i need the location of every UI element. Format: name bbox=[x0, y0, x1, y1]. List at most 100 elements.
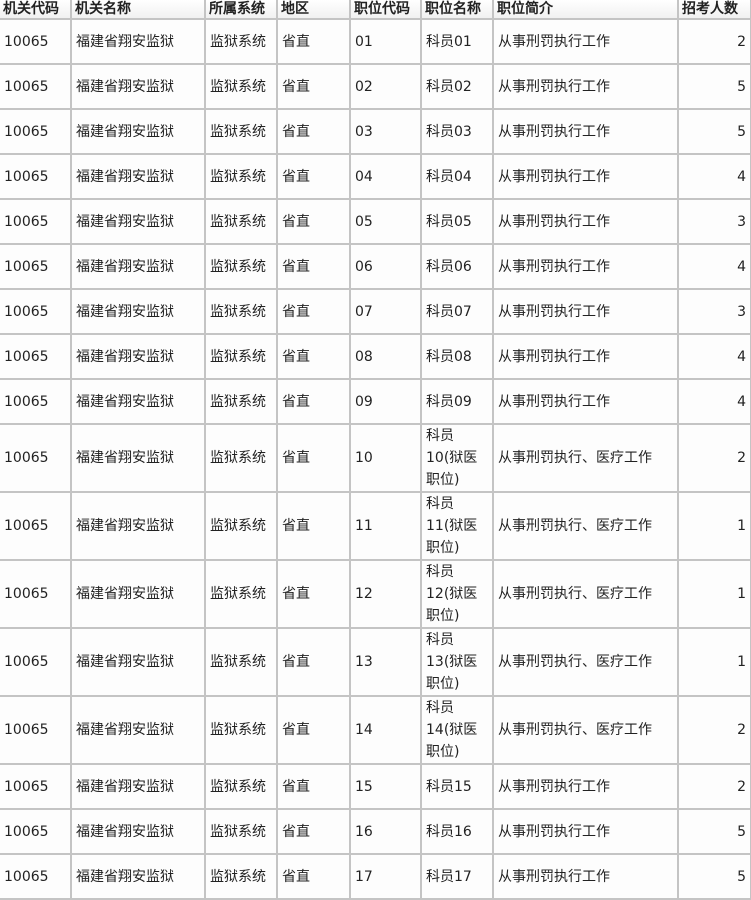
cell-region: 省直 bbox=[276, 108, 351, 155]
cell-description: 从事刑罚执行工作 bbox=[492, 763, 679, 810]
table-row: 10065 福建省翔安监狱 监狱系统 省直 05 科员05 从事刑罚执行工作 3 bbox=[0, 198, 751, 245]
cell-org-code: 10065 bbox=[0, 559, 72, 629]
cell-description: 从事刑罚执行工作 bbox=[492, 288, 679, 335]
cell-description: 从事刑罚执行工作 bbox=[492, 18, 679, 65]
cell-org-code: 10065 bbox=[0, 627, 72, 697]
cell-org-code: 10065 bbox=[0, 63, 72, 110]
cell-org-name: 福建省翔安监狱 bbox=[70, 108, 206, 155]
cell-position-name: 科员15 bbox=[420, 763, 494, 810]
cell-position-name: 科员17 bbox=[420, 853, 494, 900]
cell-position-name: 科员 12(狱医 职位) bbox=[420, 559, 494, 629]
cell-org-name: 福建省翔安监狱 bbox=[70, 695, 206, 765]
cell-org-code: 10065 bbox=[0, 18, 72, 65]
cell-position-name: 科员 13(狱医 职位) bbox=[420, 627, 494, 697]
cell-org-name: 福建省翔安监狱 bbox=[70, 288, 206, 335]
cell-position-code: 17 bbox=[349, 853, 422, 900]
table-row: 10065 福建省翔安监狱 监狱系统 省直 13 科员 13(狱医 职位) 从事刑罚执行、医疗工… bbox=[0, 627, 751, 697]
cell-region: 省直 bbox=[276, 423, 351, 493]
cell-description: 从事刑罚执行、医疗工作 bbox=[492, 627, 679, 697]
header-system: 所属系统 bbox=[204, 0, 278, 20]
cell-position-name: 科员07 bbox=[420, 288, 494, 335]
cell-position-code: 14 bbox=[349, 695, 422, 765]
table-row: 10065 福建省翔安监狱 监狱系统 省直 09 科员09 从事刑罚执行工作 4 bbox=[0, 378, 751, 425]
cell-position-name: 科员 11(狱医 职位) bbox=[420, 491, 494, 561]
cell-recruit-count: 2 bbox=[677, 423, 751, 493]
cell-system: 监狱系统 bbox=[204, 763, 278, 810]
cell-org-name: 福建省翔安监狱 bbox=[70, 153, 206, 200]
cell-description: 从事刑罚执行工作 bbox=[492, 108, 679, 155]
cell-region: 省直 bbox=[276, 198, 351, 245]
cell-position-code: 08 bbox=[349, 333, 422, 380]
cell-org-code: 10065 bbox=[0, 153, 72, 200]
cell-system: 监狱系统 bbox=[204, 288, 278, 335]
cell-system: 监狱系统 bbox=[204, 695, 278, 765]
cell-description: 从事刑罚执行工作 bbox=[492, 333, 679, 380]
cell-position-name: 科员02 bbox=[420, 63, 494, 110]
header-org-code: 机关代码 bbox=[0, 0, 72, 20]
cell-position-code: 04 bbox=[349, 153, 422, 200]
cell-region: 省直 bbox=[276, 378, 351, 425]
cell-system: 监狱系统 bbox=[204, 63, 278, 110]
cell-description: 从事刑罚执行工作 bbox=[492, 378, 679, 425]
cell-recruit-count: 1 bbox=[677, 559, 751, 629]
cell-system: 监狱系统 bbox=[204, 491, 278, 561]
cell-description: 从事刑罚执行工作 bbox=[492, 243, 679, 290]
table-row: 10065 福建省翔安监狱 监狱系统 省直 11 科员 11(狱医 职位) 从事刑罚执行、医疗工… bbox=[0, 491, 751, 561]
cell-org-code: 10065 bbox=[0, 423, 72, 493]
cell-system: 监狱系统 bbox=[204, 153, 278, 200]
cell-system: 监狱系统 bbox=[204, 559, 278, 629]
cell-system: 监狱系统 bbox=[204, 18, 278, 65]
cell-recruit-count: 4 bbox=[677, 243, 751, 290]
cell-recruit-count: 5 bbox=[677, 108, 751, 155]
cell-system: 监狱系统 bbox=[204, 627, 278, 697]
cell-org-code: 10065 bbox=[0, 288, 72, 335]
table-row: 10065 福建省翔安监狱 监狱系统 省直 15 科员15 从事刑罚执行工作 2 bbox=[0, 763, 751, 810]
cell-region: 省直 bbox=[276, 808, 351, 855]
cell-position-code: 16 bbox=[349, 808, 422, 855]
cell-org-name: 福建省翔安监狱 bbox=[70, 808, 206, 855]
cell-org-name: 福建省翔安监狱 bbox=[70, 763, 206, 810]
cell-org-code: 10065 bbox=[0, 853, 72, 900]
cell-recruit-count: 5 bbox=[677, 63, 751, 110]
cell-org-name: 福建省翔安监狱 bbox=[70, 627, 206, 697]
cell-org-name: 福建省翔安监狱 bbox=[70, 853, 206, 900]
cell-position-code: 02 bbox=[349, 63, 422, 110]
cell-region: 省直 bbox=[276, 627, 351, 697]
cell-region: 省直 bbox=[276, 153, 351, 200]
table-row: 10065 福建省翔安监狱 监狱系统 省直 14 科员 14(狱医 职位) 从事刑罚执行、医疗工… bbox=[0, 695, 751, 765]
table-row: 10065 福建省翔安监狱 监狱系统 省直 04 科员04 从事刑罚执行工作 4 bbox=[0, 153, 751, 200]
cell-recruit-count: 4 bbox=[677, 333, 751, 380]
cell-system: 监狱系统 bbox=[204, 243, 278, 290]
cell-org-name: 福建省翔安监狱 bbox=[70, 18, 206, 65]
cell-description: 从事刑罚执行工作 bbox=[492, 198, 679, 245]
cell-org-code: 10065 bbox=[0, 378, 72, 425]
cell-system: 监狱系统 bbox=[204, 198, 278, 245]
cell-recruit-count: 5 bbox=[677, 853, 751, 900]
table-row: 10065 福建省翔安监狱 监狱系统 省直 17 科员17 从事刑罚执行工作 5 bbox=[0, 853, 751, 900]
cell-position-code: 12 bbox=[349, 559, 422, 629]
cell-description: 从事刑罚执行工作 bbox=[492, 153, 679, 200]
cell-org-code: 10065 bbox=[0, 243, 72, 290]
header-recruit-count: 招考人数 bbox=[677, 0, 751, 20]
cell-system: 监狱系统 bbox=[204, 378, 278, 425]
cell-position-code: 11 bbox=[349, 491, 422, 561]
cell-position-code: 03 bbox=[349, 108, 422, 155]
cell-position-name: 科员06 bbox=[420, 243, 494, 290]
cell-org-code: 10065 bbox=[0, 333, 72, 380]
table-row: 10065 福建省翔安监狱 监狱系统 省直 06 科员06 从事刑罚执行工作 4 bbox=[0, 243, 751, 290]
cell-system: 监狱系统 bbox=[204, 333, 278, 380]
cell-recruit-count: 4 bbox=[677, 378, 751, 425]
cell-description: 从事刑罚执行、医疗工作 bbox=[492, 491, 679, 561]
cell-org-name: 福建省翔安监狱 bbox=[70, 198, 206, 245]
cell-position-name: 科员09 bbox=[420, 378, 494, 425]
cell-org-code: 10065 bbox=[0, 491, 72, 561]
cell-position-name: 科员01 bbox=[420, 18, 494, 65]
cell-position-code: 15 bbox=[349, 763, 422, 810]
cell-system: 监狱系统 bbox=[204, 108, 278, 155]
cell-org-name: 福建省翔安监狱 bbox=[70, 491, 206, 561]
table-row: 10065 福建省翔安监狱 监狱系统 省直 01 科员01 从事刑罚执行工作 2 bbox=[0, 18, 751, 65]
cell-org-code: 10065 bbox=[0, 695, 72, 765]
cell-position-code: 06 bbox=[349, 243, 422, 290]
cell-region: 省直 bbox=[276, 18, 351, 65]
cell-org-name: 福建省翔安监狱 bbox=[70, 333, 206, 380]
